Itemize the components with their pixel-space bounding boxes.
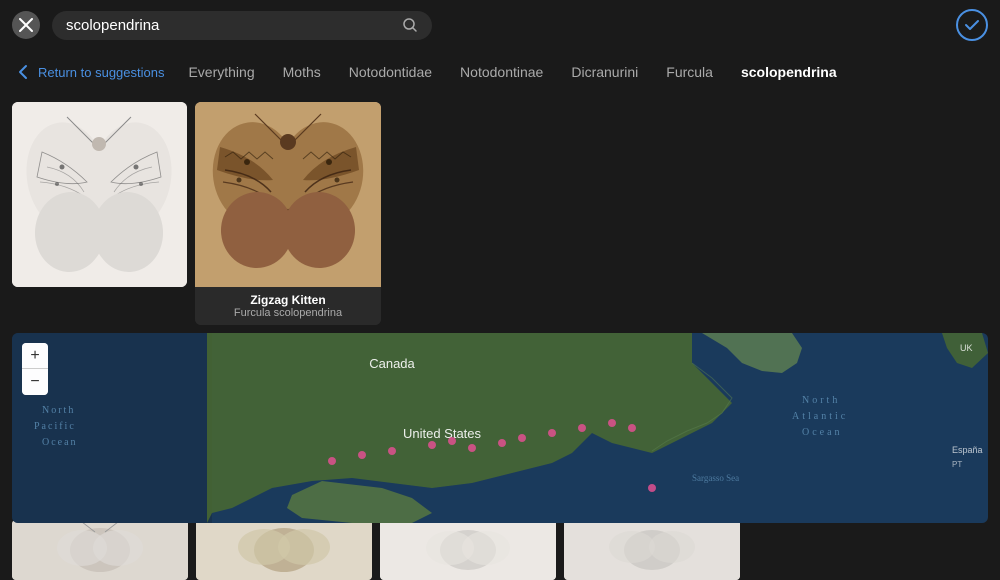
svg-text:United States: United States [403,426,482,441]
tab-everything[interactable]: Everything [188,62,254,82]
moth-card-1[interactable] [12,102,187,287]
svg-text:Atlantic: Atlantic [792,411,848,422]
confirm-button[interactable] [956,9,988,41]
nav-tabs: Everything Moths Notodontidae Notodontin… [188,62,836,82]
tab-furcula[interactable]: Furcula [666,62,713,82]
map-controls: + − [22,343,48,395]
tab-scolopendrina[interactable]: scolopendrina [741,62,837,82]
svg-text:Pacific: Pacific [34,421,76,432]
map-container[interactable]: North Atlantic Ocean North Pacific Ocean… [12,333,988,523]
svg-text:North: North [802,395,840,406]
back-link[interactable]: Return to suggestions [16,64,164,80]
tab-notodontinae[interactable]: Notodontinae [460,62,543,82]
header [0,0,1000,50]
moth-card-2[interactable]: Zigzag Kitten Furcula scolopendrina [195,102,381,325]
common-name: Zigzag Kitten [203,293,373,307]
svg-text:Ocean: Ocean [42,437,78,448]
bottom-thumb-1[interactable] [12,520,188,580]
search-icon[interactable] [402,17,418,33]
tab-moths[interactable]: Moths [283,62,321,82]
svg-text:UK: UK [960,343,973,353]
map-section: North Atlantic Ocean North Pacific Ocean… [0,325,1000,520]
bottom-thumb-2[interactable] [196,520,372,580]
bottom-thumb-3[interactable] [380,520,556,580]
tab-dicranurini[interactable]: Dicranurini [571,62,638,82]
back-link-label: Return to suggestions [38,65,164,80]
sci-name: Furcula scolopendrina [203,307,373,319]
card-label: Zigzag Kitten Furcula scolopendrina [195,287,381,325]
search-input[interactable] [66,17,394,34]
svg-text:North: North [42,405,75,416]
tab-notodontidae[interactable]: Notodontidae [349,62,432,82]
svg-text:Canada: Canada [369,356,415,371]
close-button[interactable] [12,11,40,39]
svg-text:PT: PT [952,460,962,469]
nav-bar: Return to suggestions Everything Moths N… [0,50,1000,94]
map-zoom-out[interactable]: − [22,369,48,395]
search-bar [52,11,432,40]
bottom-images-row [0,520,1000,580]
svg-text:Sargasso Sea: Sargasso Sea [692,473,739,483]
svg-text:Ocean: Ocean [802,427,843,438]
svg-text:España: España [952,445,983,455]
bottom-thumb-4[interactable] [564,520,740,580]
top-images-row: Zigzag Kitten Furcula scolopendrina [0,94,1000,325]
map-zoom-in[interactable]: + [22,343,48,369]
